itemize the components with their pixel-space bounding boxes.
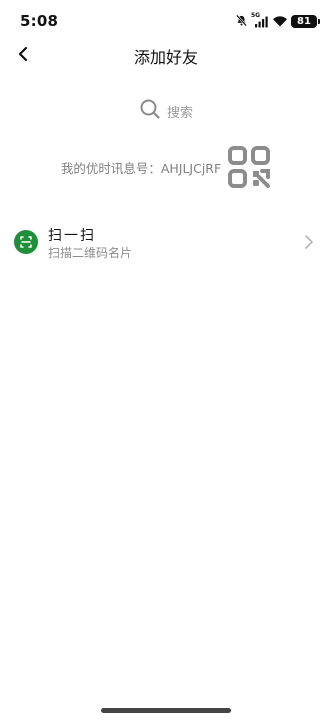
chevron-right-icon	[304, 234, 314, 250]
my-id-label: 我的优时讯息号：AHJLJCjRF	[60, 160, 222, 176]
scan-subtitle: 扫描二维码名片	[48, 246, 133, 260]
nav-bar: 添加好友	[0, 36, 332, 72]
status-time: 5:08	[20, 12, 59, 30]
scan-icon	[14, 230, 38, 254]
bell-mute-icon	[235, 12, 248, 31]
search-icon	[139, 98, 161, 124]
battery-tip	[318, 19, 320, 24]
my-id-row: 我的优时讯息号：AHJLJCjRF	[0, 144, 332, 190]
home-indicator[interactable]	[101, 708, 231, 713]
status-icons: 5G 81	[235, 12, 320, 31]
search-field[interactable]: 搜索	[0, 98, 332, 124]
scan-title: 扫一扫	[48, 228, 96, 244]
page-title: 添加好友	[133, 48, 198, 67]
scan-list-item[interactable]: 扫一扫 扫描二维码名片	[0, 218, 332, 268]
battery-indicator: 81	[291, 15, 317, 28]
qr-code-icon[interactable]	[227, 145, 271, 189]
wifi-icon	[272, 12, 288, 31]
signal-icon: 5G	[251, 12, 269, 28]
search-placeholder: 搜索	[166, 105, 193, 121]
